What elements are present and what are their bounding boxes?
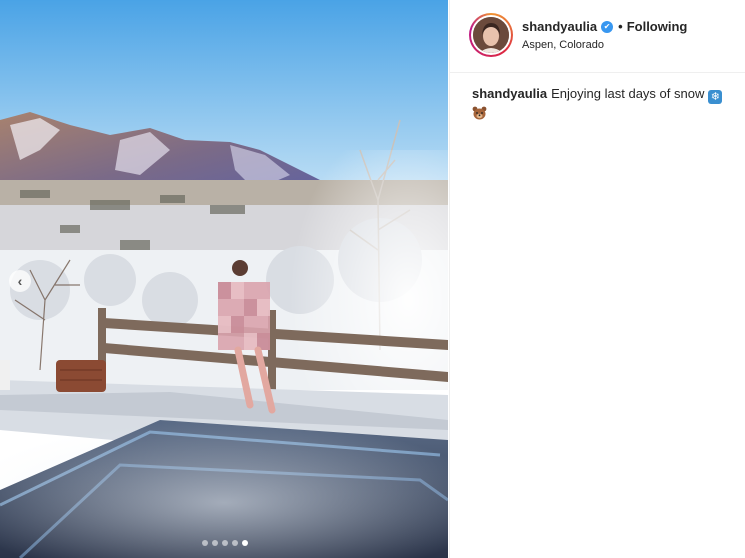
- carousel-dot-active: [242, 540, 248, 546]
- carousel-dot: [212, 540, 218, 546]
- verified-badge-icon: ✔: [601, 20, 614, 33]
- separator-dot: •: [618, 19, 623, 34]
- username-link[interactable]: shandyaulia: [522, 19, 597, 34]
- post-sidebar: shandyaulia ✔ • Following Aspen, Colorad…: [449, 0, 745, 558]
- carousel-prev-button[interactable]: ‹: [9, 270, 31, 292]
- location-link[interactable]: Aspen, Colorado: [522, 39, 604, 51]
- carousel-dot: [232, 540, 238, 546]
- avatar-image: [473, 17, 509, 53]
- profile-photo-icon: [473, 17, 509, 53]
- post-photo[interactable]: ‹: [0, 0, 448, 558]
- following-button[interactable]: Following: [627, 19, 688, 34]
- carousel-dot: [202, 540, 208, 546]
- carousel-dot: [222, 540, 228, 546]
- post-caption: shandyaulia Enjoying last days of snow ❄: [472, 85, 732, 123]
- post-image: [0, 0, 448, 558]
- post-header: shandyaulia ✔ • Following Aspen, Colorad…: [450, 0, 745, 73]
- carousel-indicator: [202, 540, 248, 546]
- snowflake-icon: ❄: [708, 90, 723, 104]
- avatar[interactable]: [469, 13, 513, 57]
- caption-text: Enjoying last days of snow: [551, 86, 705, 101]
- avatar-border: [471, 15, 511, 55]
- chevron-left-icon: ‹: [17, 273, 23, 289]
- bear-face-icon: [472, 106, 487, 120]
- caption-username-link[interactable]: shandyaulia: [472, 86, 547, 101]
